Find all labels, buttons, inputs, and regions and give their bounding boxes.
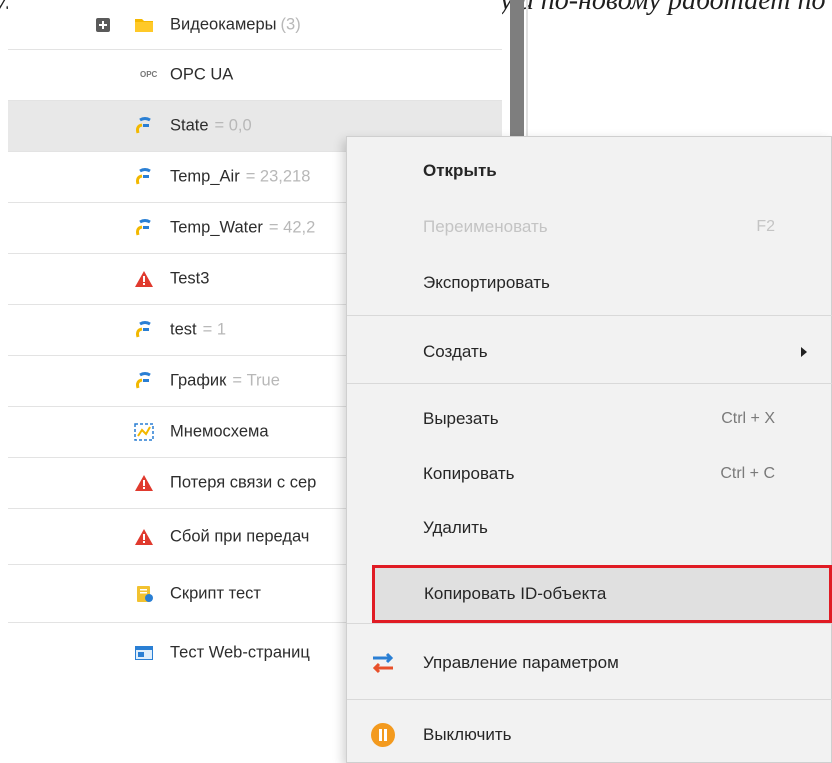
script-icon xyxy=(134,584,154,604)
menu-separator xyxy=(347,623,832,624)
tag-icon xyxy=(134,371,154,391)
submenu-arrow-icon xyxy=(801,347,807,357)
webpage-icon xyxy=(134,643,154,663)
menu-item-label: Копировать ID-объекта xyxy=(424,584,607,603)
tree-row-label: Мнемосхема xyxy=(170,422,269,441)
tree-row-label: Скрипт тест xyxy=(170,584,261,602)
tag-icon xyxy=(134,320,154,340)
tree-row-value: = 42,2 xyxy=(268,218,316,237)
tree-row-videocameras[interactable]: Видеокамеры (3) xyxy=(8,0,502,50)
menu-item-create[interactable]: Создать xyxy=(347,326,832,378)
pause-icon xyxy=(369,721,397,749)
context-menu-bottom: Управление параметром Выключить xyxy=(346,623,832,763)
tree-row-label: Test3 xyxy=(170,269,210,288)
tree-row-value: = 1 xyxy=(202,320,227,339)
tree-row-label: График xyxy=(170,371,227,390)
tree-row-label: Temp_Water xyxy=(170,218,263,237)
menu-item-cut[interactable]: Вырезать Ctrl + X xyxy=(347,393,832,445)
tag-icon xyxy=(134,167,154,187)
menu-separator xyxy=(347,699,832,700)
menu-item-label: Переименовать xyxy=(423,217,548,236)
menu-item-turn-off[interactable]: Выключить xyxy=(347,709,832,761)
menu-item-open[interactable]: Открыть xyxy=(347,145,832,197)
tree-row-label: Потеря связи с сер xyxy=(170,473,317,492)
menu-item-copy-object-id[interactable]: Копировать ID-объекта xyxy=(372,565,832,623)
tree-row-label: OPC UA xyxy=(170,65,234,84)
menu-item-shortcut: F2 xyxy=(756,218,775,235)
menu-item-label: Создать xyxy=(423,342,488,361)
menu-item-label: Экспортировать xyxy=(423,273,550,292)
menu-item-label: Копировать xyxy=(423,464,515,483)
tree-row-opc-ua[interactable]: OPC OPC UA xyxy=(8,50,502,101)
tree-row-label: State xyxy=(170,116,209,135)
menu-item-label: Выключить xyxy=(423,725,512,744)
opc-icon: OPC xyxy=(140,70,158,79)
menu-item-shortcut: Ctrl + X xyxy=(721,410,775,427)
alarm-icon xyxy=(134,527,154,547)
menu-item-copy[interactable]: Копировать Ctrl + C xyxy=(347,448,832,500)
tag-icon xyxy=(134,116,154,136)
menu-item-rename: Переименовать F2 xyxy=(347,201,832,253)
menu-item-export[interactable]: Экспортировать xyxy=(347,257,832,309)
tree-row-count: (3) xyxy=(280,15,301,33)
menu-separator xyxy=(347,383,832,384)
tree-row-label: test xyxy=(170,320,197,339)
tree-row-label: Temp_Air xyxy=(170,167,240,186)
menu-separator xyxy=(347,315,832,316)
menu-item-parameter-control[interactable]: Управление параметром xyxy=(347,637,832,689)
tree-row-value: = 23,218 xyxy=(245,167,311,186)
menu-item-label: Удалить xyxy=(423,518,488,537)
tree-row-value: = 0,0 xyxy=(214,116,252,135)
menu-item-label: Вырезать xyxy=(423,409,499,428)
folder-icon xyxy=(134,15,154,35)
swap-arrows-icon xyxy=(369,649,397,677)
tree-row-label: Тест Web-страниц xyxy=(170,643,310,662)
expand-icon[interactable] xyxy=(96,17,110,32)
tag-icon xyxy=(134,218,154,238)
tree-row-label: Сбой при передач xyxy=(170,527,310,545)
menu-item-delete[interactable]: Удалить xyxy=(347,502,832,554)
mnemo-icon xyxy=(134,422,154,442)
menu-item-shortcut: Ctrl + C xyxy=(720,465,775,482)
tree-row-value: = True xyxy=(232,371,280,390)
tree-row-label: Видеокамеры xyxy=(170,15,277,33)
menu-item-label: Управление параметром xyxy=(423,653,619,672)
menu-item-label: Открыть xyxy=(423,161,497,180)
alarm-icon xyxy=(134,269,154,289)
alarm-icon xyxy=(134,473,154,493)
